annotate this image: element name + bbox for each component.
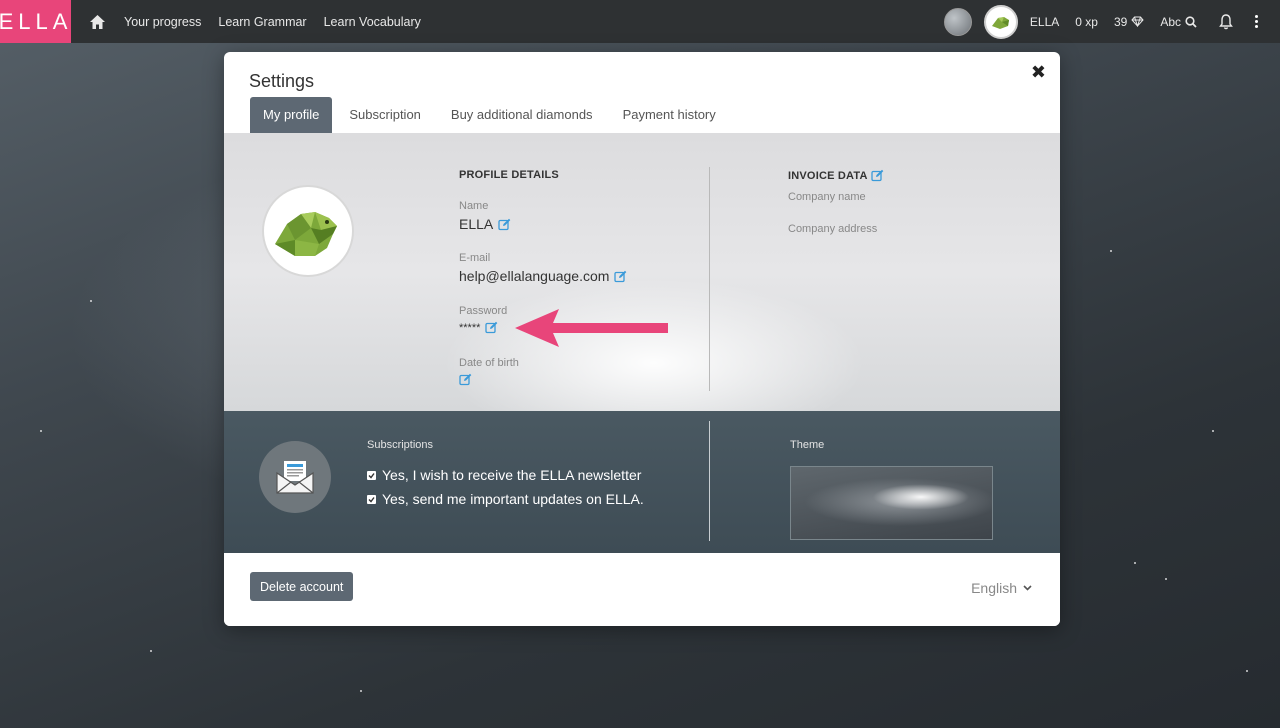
close-icon[interactable]: ✖ [1031,62,1046,83]
star [150,650,152,652]
tab-subscription[interactable]: Subscription [336,97,434,133]
theme-thumbnail[interactable] [790,466,993,540]
password-value: ***** [459,321,498,334]
invoice-data-heading: INVOICE DATA [788,169,884,182]
star [1212,430,1214,432]
star [1165,578,1167,580]
diamond-count: 39 [1113,14,1128,29]
edit-icon[interactable] [485,321,498,334]
profile-section: PROFILE DETAILS Name ELLA E-mail help@el… [224,133,1060,411]
language-select[interactable]: English [971,580,1032,596]
company-address-label: Company address [788,223,878,235]
updates-checkbox-row[interactable]: Yes, send me important updates on ELLA. [367,491,644,507]
divider [709,167,710,391]
newsletter-icon [259,441,331,513]
email-label: E-mail [459,252,491,264]
email-text: help@ellalanguage.com [459,268,610,284]
edit-icon[interactable] [614,270,627,283]
home-icon[interactable] [89,13,107,31]
modal-footer: Delete account English [224,553,1060,626]
tab-payment-history[interactable]: Payment history [610,97,729,133]
more-menu-icon[interactable] [1255,15,1258,28]
password-label: Password [459,305,508,317]
nav-your-progress[interactable]: Your progress [124,15,201,29]
divider [709,421,710,541]
edit-icon[interactable] [870,169,884,182]
dob-value [459,373,472,386]
star [1246,670,1248,672]
star [1134,562,1136,564]
dictionary-search[interactable]: Abc [1160,15,1197,29]
subscriptions-label: Subscriptions [367,439,434,451]
star [90,300,92,302]
username[interactable]: ELLA [1030,15,1059,29]
profile-avatar[interactable] [262,185,354,277]
name-value: ELLA [459,216,511,232]
password-text: ***** [459,321,481,334]
search-icon [1185,15,1197,28]
invoice-heading-text: INVOICE DATA [788,169,868,182]
newsletter-label: Yes, I wish to receive the ELLA newslett… [382,467,642,483]
subscriptions-section: Subscriptions Yes, I wish to receive the… [224,411,1060,553]
newsletter-checkbox[interactable] [367,470,376,480]
newsletter-checkbox-row[interactable]: Yes, I wish to receive the ELLA newslett… [367,467,641,483]
name-text: ELLA [459,216,494,232]
chevron-down-icon [1023,585,1032,591]
annotation-arrow [515,309,668,347]
dob-label: Date of birth [459,357,519,369]
nav-learn-grammar[interactable]: Learn Grammar [218,15,306,29]
tab-buy-diamonds[interactable]: Buy additional diamonds [438,97,606,133]
profile-details-heading: PROFILE DETAILS [459,169,559,181]
edit-icon[interactable] [459,373,472,386]
diamond-icon [1131,16,1144,27]
top-navigation-bar: ELLA Your progress Learn Grammar Learn V… [0,0,1280,43]
globe-icon[interactable] [943,7,972,36]
company-name-label: Company name [788,191,866,203]
tab-my-profile[interactable]: My profile [250,97,333,133]
abc-label: Abc [1160,14,1181,29]
edit-icon[interactable] [498,218,511,231]
theme-label: Theme [790,439,825,451]
bell-icon[interactable] [1219,13,1233,30]
updates-checkbox[interactable] [367,494,376,504]
name-label: Name [459,200,489,212]
star [1110,250,1112,252]
updates-label: Yes, send me important updates on ELLA. [382,491,644,507]
ella-logo[interactable]: ELLA [0,0,71,43]
avatar[interactable] [983,4,1018,39]
nav-learn-vocabulary[interactable]: Learn Vocabulary [324,15,421,29]
star [360,690,362,692]
xp-counter: 0 xp [1075,14,1098,29]
modal-title: Settings [249,71,315,91]
star [40,430,42,432]
diamond-counter[interactable]: 39 [1114,15,1144,29]
settings-tabs: My profile Subscription Buy additional d… [250,97,733,133]
delete-account-button[interactable]: Delete account [250,572,354,601]
email-value: help@ellalanguage.com [459,268,627,284]
language-value: English [971,580,1017,596]
